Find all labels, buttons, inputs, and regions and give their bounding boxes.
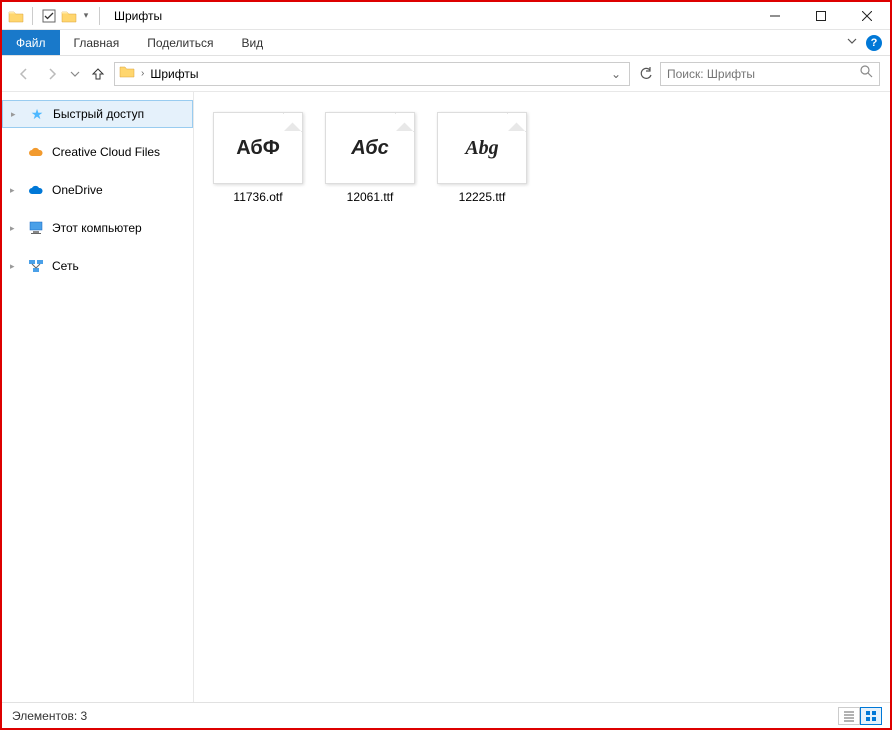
chevron-right-icon[interactable]: ▸ [10, 223, 15, 234]
search-box[interactable] [660, 62, 880, 86]
breadcrumb[interactable]: › Шрифты ⌄ [114, 62, 630, 86]
checkbox-icon[interactable] [41, 8, 57, 24]
nav-history-button[interactable] [68, 62, 82, 86]
ribbon-tab-view[interactable]: Вид [227, 30, 277, 55]
ribbon-tab-file[interactable]: Файл [2, 30, 60, 55]
breadcrumb-item[interactable]: Шрифты [150, 67, 198, 81]
folder-icon [119, 64, 135, 83]
body: ▸ ★ Быстрый доступ Creative Cloud Files … [2, 92, 890, 702]
file-thumbnail: Abg [437, 112, 527, 184]
window-title: Шрифты [114, 9, 162, 23]
sidebar-item-quick-access[interactable]: ▸ ★ Быстрый доступ [2, 100, 193, 128]
chevron-down-icon[interactable]: ⌄ [611, 67, 621, 81]
sidebar-item-label: Сеть [52, 259, 79, 273]
close-button[interactable] [844, 2, 890, 30]
breadcrumb-right: ⌄ [611, 67, 625, 81]
font-preview: Abg [465, 137, 498, 160]
nav-back-button[interactable] [12, 62, 36, 86]
help-icon[interactable]: ? [866, 35, 882, 51]
search-input[interactable] [667, 67, 854, 81]
dropdown-icon[interactable]: ▾ [81, 8, 91, 24]
separator [32, 7, 33, 25]
onedrive-icon [28, 182, 44, 198]
file-name: 11736.otf [233, 190, 282, 204]
sidebar-item-network[interactable]: ▸ Сеть [2, 252, 193, 280]
file-name: 12225.ttf [459, 190, 506, 204]
folder-icon[interactable] [61, 8, 77, 24]
computer-icon [28, 220, 44, 236]
chevron-right-icon[interactable]: ▸ [10, 185, 15, 196]
ribbon-tab-home[interactable]: Главная [60, 30, 134, 55]
file-item[interactable]: Абс 12061.ttf [318, 108, 422, 208]
file-item[interactable]: Abg 12225.ttf [430, 108, 534, 208]
item-count: Элементов: 3 [12, 709, 87, 723]
nav-up-button[interactable] [86, 62, 110, 86]
maximize-button[interactable] [798, 2, 844, 30]
sidebar-item-label: OneDrive [52, 183, 103, 197]
cloud-icon [28, 144, 44, 160]
search-icon[interactable] [860, 65, 873, 83]
explorer-window: ▾ Шрифты Файл Главная Поделиться Вид ? [0, 0, 892, 730]
titlebar: ▾ Шрифты [2, 2, 890, 30]
sidebar-item-creative-cloud[interactable]: Creative Cloud Files [2, 138, 193, 166]
file-thumbnail: АбФ [213, 112, 303, 184]
file-list[interactable]: АбФ 11736.otf Абс 12061.ttf Abg 12225.tt… [194, 92, 890, 702]
view-details-button[interactable] [838, 707, 860, 725]
folder-icon [8, 8, 24, 24]
chevron-right-icon[interactable]: › [141, 68, 144, 79]
file-name: 12061.ttf [347, 190, 394, 204]
window-controls [752, 2, 890, 30]
font-preview: АбФ [236, 137, 280, 160]
font-preview: Абс [351, 137, 388, 160]
expand-ribbon-icon[interactable] [846, 34, 858, 52]
minimize-button[interactable] [752, 2, 798, 30]
ribbon-right: ? [846, 30, 882, 56]
sidebar-item-onedrive[interactable]: ▸ OneDrive [2, 176, 193, 204]
titlebar-left: ▾ Шрифты [2, 7, 162, 25]
file-thumbnail: Абс [325, 112, 415, 184]
chevron-right-icon[interactable]: ▸ [10, 261, 15, 272]
network-icon [28, 258, 44, 274]
sidebar-item-label: Creative Cloud Files [52, 145, 160, 159]
view-toggles [838, 707, 882, 725]
sidebar-item-label: Этот компьютер [52, 221, 142, 235]
refresh-button[interactable] [634, 63, 656, 85]
sidebar-item-label: Быстрый доступ [53, 107, 144, 121]
statusbar: Элементов: 3 [2, 702, 890, 728]
sidebar-item-this-pc[interactable]: ▸ Этот компьютер [2, 214, 193, 242]
file-item[interactable]: АбФ 11736.otf [206, 108, 310, 208]
chevron-right-icon[interactable]: ▸ [11, 109, 16, 120]
separator [99, 7, 100, 25]
addressbar: › Шрифты ⌄ [2, 56, 890, 92]
nav-forward-button[interactable] [40, 62, 64, 86]
view-icons-button[interactable] [860, 707, 882, 725]
ribbon-tab-share[interactable]: Поделиться [133, 30, 227, 55]
sidebar: ▸ ★ Быстрый доступ Creative Cloud Files … [2, 92, 194, 702]
star-icon: ★ [29, 106, 45, 122]
ribbon: Файл Главная Поделиться Вид ? [2, 30, 890, 56]
